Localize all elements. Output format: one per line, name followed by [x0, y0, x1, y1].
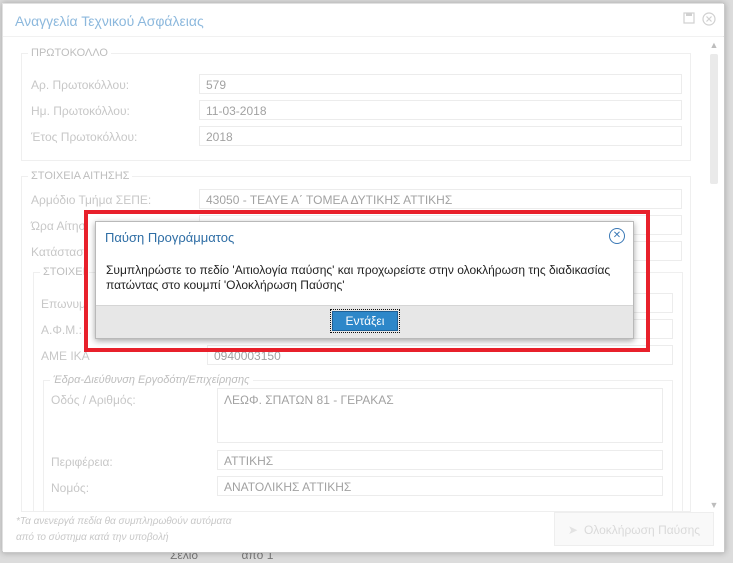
dialog-title: Παύση Προγράμματος — [105, 230, 235, 245]
dialog-message-line2: πατώντας στο κουμπί 'Ολοκλήρωση Παύσης' — [106, 278, 345, 292]
dialog-message: Συμπληρώστε το πεδίο 'Αιτιολογία παύσης'… — [106, 263, 626, 293]
dialog-message-line1: Συμπληρώστε το πεδίο 'Αιτιολογία παύσης'… — [106, 263, 611, 277]
ok-button[interactable]: Εντάξει — [330, 309, 400, 333]
dialog-footer: Εντάξει — [96, 305, 633, 338]
pause-dialog: Παύση Προγράμματος ✕ Συμπληρώστε το πεδί… — [95, 221, 634, 339]
dialog-close-icon[interactable]: ✕ — [609, 228, 625, 244]
